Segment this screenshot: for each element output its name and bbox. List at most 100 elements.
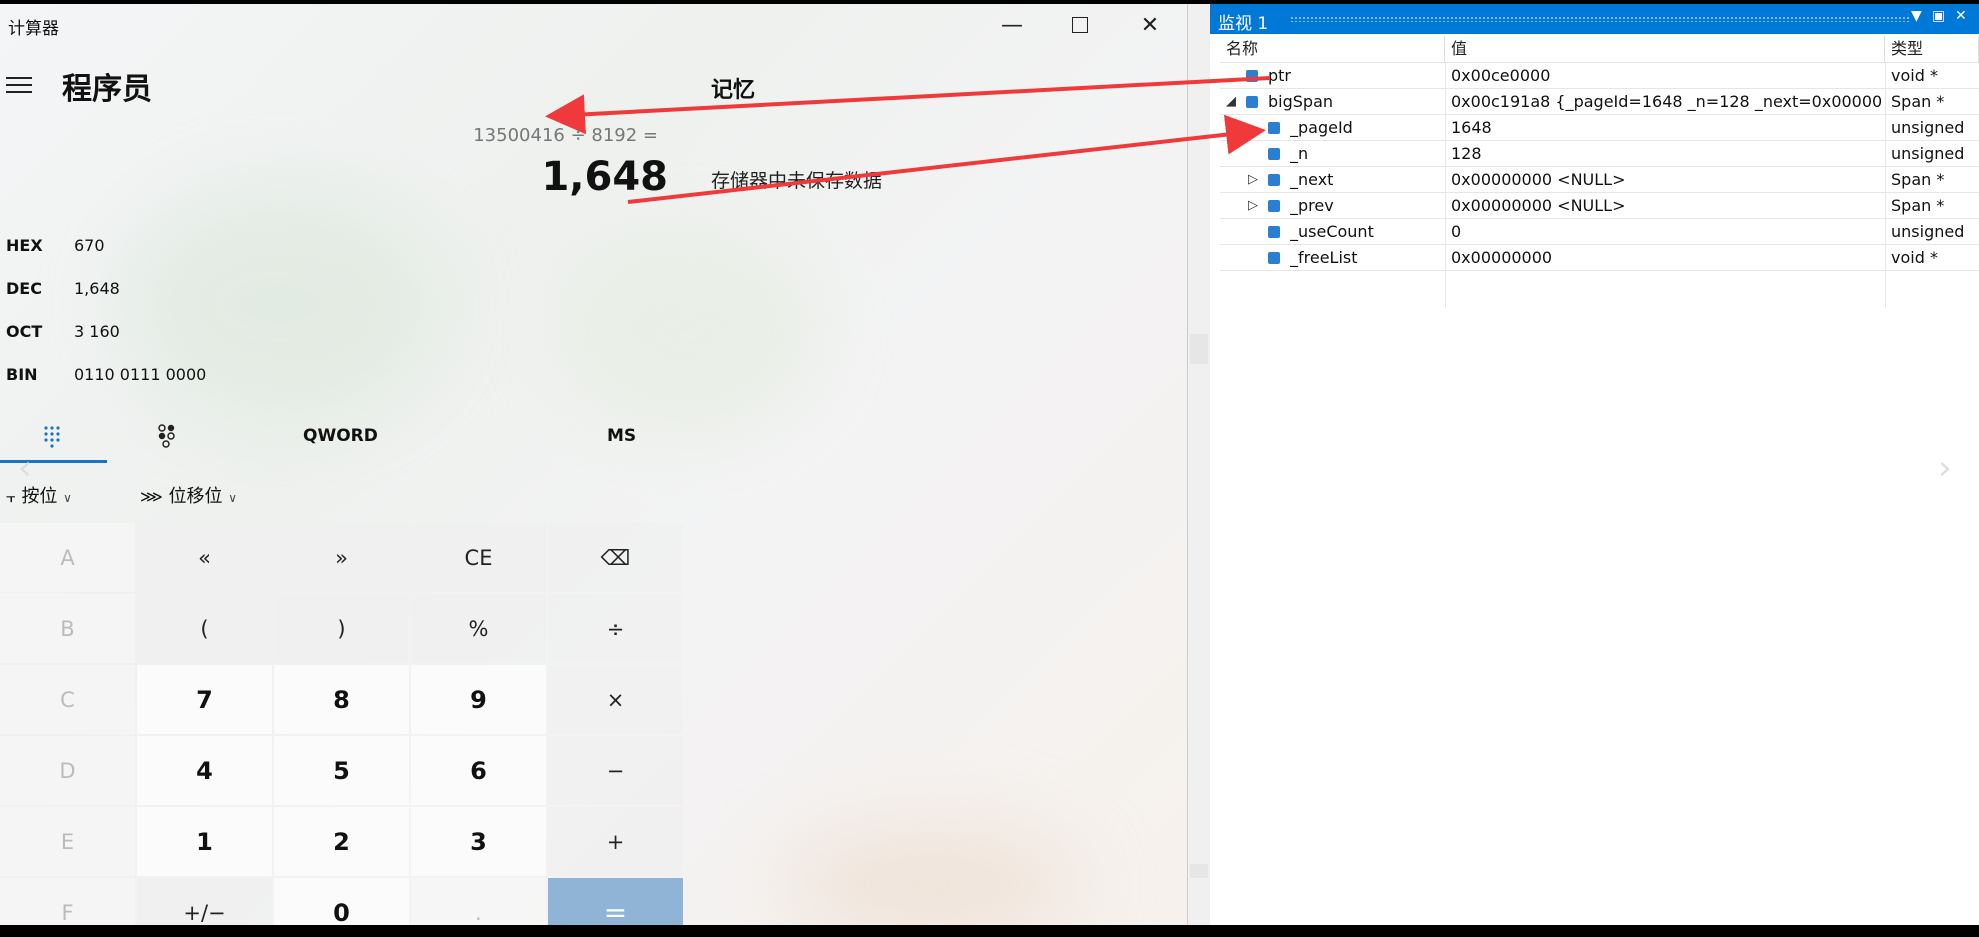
- watch-value[interactable]: 0x00000000 <NULL>: [1451, 193, 1881, 219]
- key-0-0[interactable]: A: [0, 523, 135, 592]
- key-0-3[interactable]: CE: [411, 523, 546, 592]
- expand-toggle-icon[interactable]: ▷: [1248, 167, 1258, 193]
- key-0-4[interactable]: ⌫: [548, 523, 683, 592]
- key-1-4[interactable]: ÷: [548, 594, 683, 663]
- key-2-2[interactable]: 8: [274, 665, 409, 734]
- key-3-0[interactable]: D: [0, 736, 135, 805]
- key-4-0[interactable]: E: [0, 807, 135, 876]
- bitshift-dropdown[interactable]: ⋙ 位移位 ∨: [140, 482, 237, 508]
- bitshift-icon: ⋙: [140, 487, 163, 506]
- chevron-down-icon: ∨: [63, 491, 72, 505]
- maximize-button[interactable]: [1052, 6, 1108, 44]
- key-3-1[interactable]: 4: [137, 736, 272, 805]
- memory-store-button[interactable]: MS: [607, 426, 636, 446]
- key-0-2[interactable]: »: [274, 523, 409, 592]
- watch-name: _next: [1290, 170, 1334, 189]
- tab-bit-toggling[interactable]: [155, 422, 179, 448]
- radix-oct[interactable]: OCT 3 160: [6, 322, 120, 341]
- watch-type: void *: [1891, 66, 1938, 85]
- key-1-2[interactable]: ): [274, 594, 409, 663]
- title-bar[interactable]: 计算器 — ✕: [0, 4, 1187, 44]
- maximize-icon: [1072, 17, 1088, 33]
- watch-value[interactable]: 0x00000000: [1451, 245, 1881, 271]
- watch-name: bigSpan: [1268, 92, 1334, 111]
- bit-toggle-icon: [158, 424, 175, 448]
- key-4-4[interactable]: +: [548, 807, 683, 876]
- dropdown-icon[interactable]: ▼: [1911, 8, 1922, 24]
- watch-row[interactable]: ▷ _prev 0x00000000 <NULL> Span *: [1220, 192, 1979, 219]
- watch-name: _n: [1290, 144, 1309, 163]
- expand-toggle-icon[interactable]: ▷: [1248, 193, 1258, 219]
- watch-value[interactable]: 0: [1451, 219, 1881, 245]
- maximize-icon[interactable]: ▣: [1932, 8, 1945, 24]
- watch-row[interactable]: _pageId 1648 unsigned: [1220, 114, 1979, 141]
- watch-type: unsigned: [1891, 144, 1965, 163]
- keypad-tabs: QWORD MS: [0, 412, 680, 463]
- chevron-right-icon[interactable]: ›: [1938, 448, 1952, 488]
- watch-type: Span *: [1891, 170, 1945, 189]
- watch-value[interactable]: 128: [1451, 141, 1881, 167]
- column-header-name[interactable]: 名称: [1220, 36, 1445, 62]
- key-4-3[interactable]: 3: [411, 807, 546, 876]
- column-header-value[interactable]: 值: [1445, 36, 1885, 62]
- word-size-button[interactable]: QWORD: [303, 426, 378, 446]
- minimize-button[interactable]: —: [984, 6, 1040, 44]
- bitwise-dropdown[interactable]: ⫟ 按位 ∨: [6, 482, 72, 508]
- watch-value[interactable]: 0x00c191a8 {_pageId=1648 _n=128 _next=0x…: [1451, 89, 1881, 115]
- key-2-3[interactable]: 9: [411, 665, 546, 734]
- watch-row[interactable]: ptr 0x00ce0000 void *: [1220, 62, 1979, 89]
- radix-bin[interactable]: BIN 0110 0111 0000: [6, 365, 206, 384]
- watch-window: 监视 1 ▼ ▣ ✕ 名称 值 类型 ptr 0x00ce0000 void * ◢ b…: [1210, 4, 1979, 925]
- menu-button[interactable]: [6, 72, 32, 98]
- key-1-0[interactable]: B: [0, 594, 135, 663]
- key-4-2[interactable]: 2: [274, 807, 409, 876]
- key-3-4[interactable]: −: [548, 736, 683, 805]
- watch-row-empty[interactable]: [1220, 270, 1979, 297]
- key-3-3[interactable]: 6: [411, 736, 546, 805]
- watch-value[interactable]: 1648: [1451, 115, 1881, 141]
- key-2-0[interactable]: C: [0, 665, 135, 734]
- radix-hex[interactable]: HEX 670: [6, 236, 105, 255]
- key-4-1[interactable]: 1: [137, 807, 272, 876]
- close-icon: ✕: [1140, 12, 1160, 38]
- watch-row[interactable]: ▷ _next 0x00000000 <NULL> Span *: [1220, 166, 1979, 193]
- key-5-3[interactable]: .: [411, 878, 546, 925]
- key-1-3[interactable]: %: [411, 594, 546, 663]
- mode-title: 程序员: [62, 72, 152, 107]
- key-0-1[interactable]: «: [137, 523, 272, 592]
- keypad: A «» CE ⌫ B()% ÷ C 7 8 9 × D 4 5 6− E 1 2 3 + F +/− 0. =: [0, 523, 683, 925]
- watch-row[interactable]: _n 128 unsigned: [1220, 140, 1979, 167]
- chevron-left-icon[interactable]: ‹: [18, 448, 32, 488]
- key-2-1[interactable]: 7: [137, 665, 272, 734]
- logic-gate-icon: ⫟: [6, 487, 16, 506]
- key-5-4[interactable]: =: [548, 878, 683, 925]
- variable-icon: [1268, 148, 1280, 160]
- background-blur: [120, 184, 440, 424]
- watch-value[interactable]: 0x00ce0000: [1451, 63, 1881, 89]
- variable-icon: [1268, 226, 1280, 238]
- key-5-0[interactable]: F: [0, 878, 135, 925]
- watch-row[interactable]: _freeList 0x00000000 void *: [1220, 244, 1979, 271]
- key-1-1[interactable]: (: [137, 594, 272, 663]
- watch-row[interactable]: ◢ bigSpan 0x00c191a8 {_pageId=1648 _n=128 …: [1220, 88, 1979, 115]
- expand-toggle-icon[interactable]: ◢: [1226, 89, 1236, 115]
- watch-row[interactable]: _useCount 0 unsigned: [1220, 218, 1979, 245]
- variable-icon: [1268, 122, 1280, 134]
- watch-name: _pageId: [1290, 118, 1353, 137]
- window-splitter: [1187, 4, 1211, 925]
- watch-title-bar[interactable]: 监视 1 ▼ ▣ ✕: [1210, 4, 1979, 34]
- close-icon[interactable]: ✕: [1955, 8, 1967, 24]
- result-display: 1,648: [541, 154, 668, 200]
- tab-full-keypad[interactable]: [40, 424, 66, 448]
- column-header-type[interactable]: 类型: [1885, 36, 1979, 62]
- radix-dec[interactable]: DEC 1,648: [6, 279, 120, 298]
- close-button[interactable]: ✕: [1122, 6, 1178, 44]
- watch-title: 监视 1: [1218, 14, 1269, 34]
- key-5-1[interactable]: +/−: [137, 878, 272, 925]
- memory-empty-message: 存储器中未保存数据: [711, 170, 883, 192]
- key-5-2[interactable]: 0: [274, 878, 409, 925]
- watch-value[interactable]: 0x00000000 <NULL>: [1451, 167, 1881, 193]
- watch-type: void *: [1891, 248, 1938, 267]
- key-2-4[interactable]: ×: [548, 665, 683, 734]
- key-3-2[interactable]: 5: [274, 736, 409, 805]
